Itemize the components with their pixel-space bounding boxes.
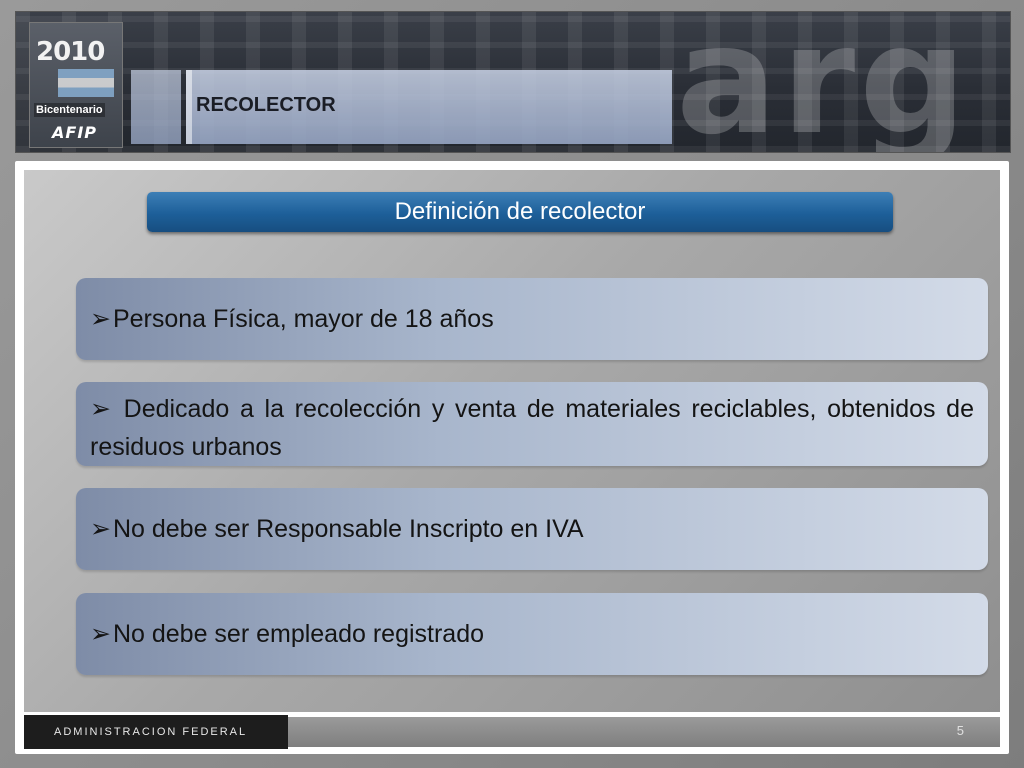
header-banner: arg 2010 Bicentenario AFIP RECOLECTOR xyxy=(15,11,1011,153)
content-area: Definición de recolector ➢Persona Física… xyxy=(24,170,1000,712)
arrow-bullet-icon: ➢ xyxy=(90,620,111,648)
list-item: ➢No debe ser Responsable Inscripto en IV… xyxy=(76,488,988,570)
arrow-bullet-icon: ➢ xyxy=(90,395,111,423)
afip-logo: AFIP xyxy=(52,123,97,142)
title-plate-accent xyxy=(131,70,181,144)
logo-year: 2010 xyxy=(36,37,105,67)
list-item: ➢ Dedicado a la recolección y venta de m… xyxy=(76,382,988,466)
arrow-bullet-icon: ➢ xyxy=(90,515,111,543)
list-item-text: Dedicado a la recolección y venta de mat… xyxy=(90,395,974,461)
list-item: ➢Persona Física, mayor de 18 años xyxy=(76,278,988,360)
flag-icon xyxy=(58,69,114,97)
arrow-bullet-icon: ➢ xyxy=(90,305,111,333)
header-watermark: arg xyxy=(676,11,971,153)
logo-subtitle: Bicentenario xyxy=(34,103,105,117)
page-title: RECOLECTOR xyxy=(196,94,336,116)
definition-title: Definición de recolector xyxy=(147,192,893,232)
list-item-text: No debe ser empleado registrado xyxy=(112,620,485,648)
list-item-text: No debe ser Responsable Inscripto en IVA xyxy=(112,515,584,543)
content-panel: Definición de recolector ➢Persona Física… xyxy=(15,161,1009,754)
footer-label: ADMINISTRACION FEDERAL xyxy=(24,715,288,749)
list-item: ➢No debe ser empleado registrado xyxy=(76,593,988,675)
page-number: 5 xyxy=(956,723,964,738)
bicentenario-logo: 2010 Bicentenario AFIP xyxy=(29,22,123,148)
footer-bar: ADMINISTRACION FEDERAL 5 xyxy=(24,715,1000,749)
list-item-text: Persona Física, mayor de 18 años xyxy=(112,305,494,333)
